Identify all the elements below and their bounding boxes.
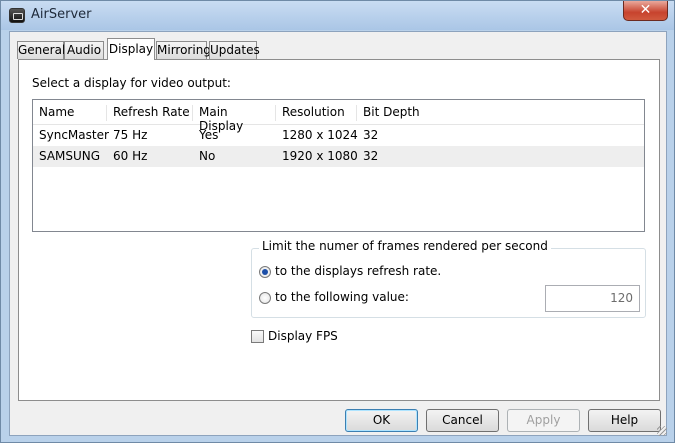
cell-refresh-rate: 75 Hz: [113, 128, 148, 142]
cell-refresh-rate: 60 Hz: [113, 149, 148, 163]
radio-following-value[interactable]: [259, 292, 271, 304]
cell-bit-depth: 32: [363, 128, 379, 142]
column-header-name[interactable]: Name: [33, 105, 107, 121]
apply-button[interactable]: Apply: [507, 409, 580, 432]
table-row[interactable]: SyncMaster 75 Hz Yes 1280 x 1024 32: [33, 125, 644, 146]
close-icon[interactable]: ✕: [623, 1, 668, 21]
ok-button[interactable]: OK: [345, 409, 418, 432]
cell-resolution: 1280 x 1024: [282, 128, 358, 142]
cell-main-display: Yes: [199, 128, 219, 142]
column-header-refresh-rate[interactable]: Refresh Rate: [107, 105, 193, 121]
cell-bit-depth: 32: [363, 149, 379, 163]
help-button[interactable]: Help: [588, 409, 661, 432]
tab-mirroring[interactable]: Mirroring: [156, 41, 211, 59]
cancel-button[interactable]: Cancel: [426, 409, 499, 432]
window-title: AirServer: [31, 7, 92, 22]
radio-refresh-rate[interactable]: [259, 266, 271, 278]
radio-refresh-rate-label[interactable]: to the displays refresh rate.: [275, 264, 441, 278]
fps-value-input[interactable]: 120: [545, 285, 640, 312]
display-tab-panel: Select a display for video output: Name …: [18, 59, 660, 401]
tab-audio[interactable]: Audio: [64, 41, 104, 59]
dialog-client-area: General Audio Display Mirroring Updates …: [9, 31, 667, 436]
tab-display[interactable]: Display: [107, 38, 155, 60]
radio-following-value-label[interactable]: to the following value:: [275, 290, 409, 304]
table-row[interactable]: SAMSUNG 60 Hz No 1920 x 1080 32: [33, 146, 644, 167]
cell-resolution: 1920 x 1080: [282, 149, 358, 163]
tab-updates[interactable]: Updates: [209, 41, 260, 59]
airserver-app-icon[interactable]: [9, 8, 25, 23]
column-header-bit-depth[interactable]: Bit Depth: [357, 105, 447, 121]
display-list-header: Name Refresh Rate Main Display Resolutio…: [33, 100, 644, 133]
tab-general[interactable]: General: [17, 41, 65, 59]
cell-name: SyncMaster: [39, 128, 109, 142]
column-header-resolution[interactable]: Resolution: [276, 105, 357, 121]
title-bar[interactable]: AirServer ✕: [1, 1, 674, 30]
cell-name: SAMSUNG: [39, 149, 101, 163]
resize-grip[interactable]: [657, 426, 667, 436]
airserver-window: AirServer ✕ General Audio Display Mirror…: [0, 0, 675, 443]
display-fps-label[interactable]: Display FPS: [268, 329, 338, 343]
fps-limit-legend: Limit the numer of frames rendered per s…: [259, 239, 551, 253]
display-select-prompt: Select a display for video output:: [32, 76, 231, 90]
display-list[interactable]: Name Refresh Rate Main Display Resolutio…: [32, 99, 645, 232]
cell-main-display: No: [199, 149, 216, 163]
column-header-main-display[interactable]: Main Display: [193, 105, 276, 133]
display-fps-checkbox[interactable]: [251, 330, 264, 343]
